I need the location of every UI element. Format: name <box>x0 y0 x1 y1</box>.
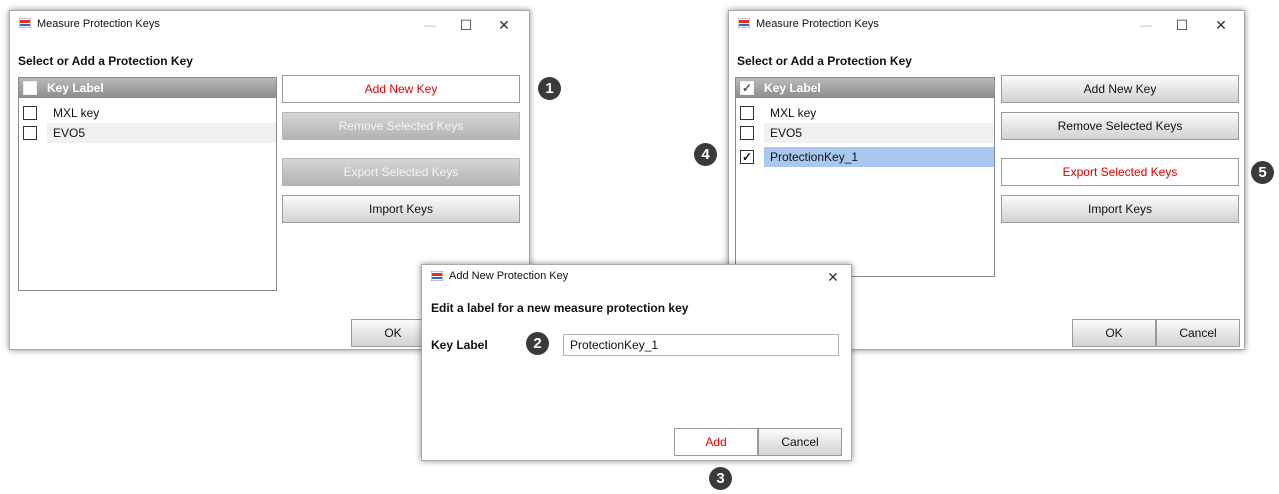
export-selected-keys-button[interactable]: Export Selected Keys <box>282 158 520 186</box>
remove-selected-keys-button[interactable]: Remove Selected Keys <box>282 112 520 140</box>
key-label-input[interactable]: ProtectionKey_1 <box>563 334 839 356</box>
callout-1: 1 <box>538 77 561 100</box>
column-header-key-label: Key Label <box>47 81 104 95</box>
title-bar: Measure Protection Keys — ☐ ✕ <box>729 11 1244 39</box>
maximize-icon[interactable]: ☐ <box>1164 13 1200 37</box>
row-label: EVO5 <box>47 123 276 143</box>
column-header-key-label: Key Label <box>764 81 821 95</box>
app-icon <box>738 18 750 28</box>
key-list[interactable]: ✓ Key Label MXL key EVO5 ✓ ProtectionKey… <box>735 77 995 277</box>
row-checkbox[interactable] <box>740 106 754 120</box>
list-item[interactable]: EVO5 <box>736 123 994 143</box>
list-item[interactable]: EVO5 <box>19 123 276 143</box>
list-item[interactable]: ✓ ProtectionKey_1 <box>736 147 994 167</box>
remove-selected-keys-button[interactable]: Remove Selected Keys <box>1001 112 1239 140</box>
import-keys-button[interactable]: Import Keys <box>282 195 520 223</box>
select-all-checkbox[interactable]: ✓ <box>740 81 754 95</box>
export-selected-keys-button[interactable]: Export Selected Keys <box>1001 158 1239 186</box>
import-keys-button[interactable]: Import Keys <box>1001 195 1239 223</box>
cancel-button[interactable]: Cancel <box>758 428 842 456</box>
title-bar: Add New Protection Key ✕ <box>422 265 851 289</box>
add-button[interactable]: Add <box>674 428 758 456</box>
row-label: EVO5 <box>764 123 994 143</box>
row-checkbox[interactable] <box>740 126 754 140</box>
app-icon <box>431 271 443 281</box>
add-new-key-button[interactable]: Add New Key <box>282 75 520 103</box>
dialog-heading: Select or Add a Protection Key <box>737 54 912 68</box>
callout-4: 4 <box>694 143 717 166</box>
window-title: Add New Protection Key <box>449 270 569 282</box>
cancel-button[interactable]: Cancel <box>1156 319 1240 347</box>
row-checkbox[interactable] <box>23 126 37 140</box>
minimize-icon[interactable]: — <box>412 13 448 37</box>
dialog-instruction: Edit a label for a new measure protectio… <box>431 301 689 315</box>
callout-5: 5 <box>1251 161 1274 184</box>
row-label: ProtectionKey_1 <box>764 147 994 167</box>
row-label: MXL key <box>53 106 100 120</box>
title-bar: Measure Protection Keys — ☐ ✕ <box>10 11 529 39</box>
list-header: Key Label <box>19 78 276 98</box>
list-header: ✓ Key Label <box>736 78 994 98</box>
select-all-checkbox[interactable] <box>23 81 37 95</box>
key-label-caption: Key Label <box>431 338 488 352</box>
callout-2: 2 <box>526 332 549 355</box>
minimize-icon[interactable]: — <box>1128 13 1164 37</box>
callout-3: 3 <box>709 467 732 490</box>
row-checkbox[interactable]: ✓ <box>740 150 754 164</box>
window-title: Measure Protection Keys <box>756 18 879 30</box>
maximize-icon[interactable]: ☐ <box>448 13 484 37</box>
close-icon[interactable]: ✕ <box>815 265 851 289</box>
add-protection-key-dialog: Add New Protection Key ✕ Edit a label fo… <box>421 264 852 461</box>
ok-button[interactable]: OK <box>1072 319 1156 347</box>
dialog-heading: Select or Add a Protection Key <box>18 54 193 68</box>
close-icon[interactable]: ✕ <box>1203 13 1239 37</box>
app-icon <box>19 18 31 28</box>
row-label: MXL key <box>770 106 817 120</box>
add-new-key-button[interactable]: Add New Key <box>1001 75 1239 103</box>
window-title: Measure Protection Keys <box>37 18 160 30</box>
list-item[interactable]: MXL key <box>736 103 994 123</box>
row-checkbox[interactable] <box>23 106 37 120</box>
list-item[interactable]: MXL key <box>19 103 276 123</box>
close-icon[interactable]: ✕ <box>486 13 522 37</box>
key-list[interactable]: Key Label MXL key EVO5 <box>18 77 277 291</box>
